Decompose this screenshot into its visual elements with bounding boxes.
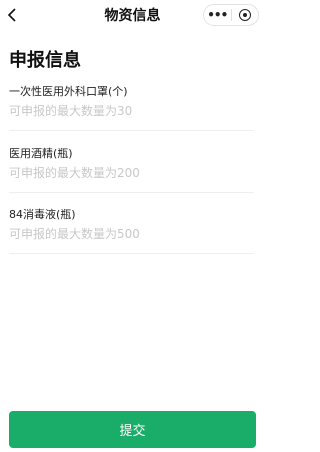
more-button[interactable]: ••• [204,5,231,25]
navigation-bar: 物资信息 ••• [0,0,265,30]
field-masks: 一次性医用外科口罩(个) [9,85,254,131]
mini-program-capsule: ••• [203,4,259,26]
masks-quantity-input[interactable] [9,102,254,120]
section-title: 申报信息 [9,50,81,71]
field-divider [9,192,254,193]
field-alcohol: 医用酒精(瓶) [9,147,254,193]
field-divider [9,253,254,254]
target-icon [238,9,251,21]
chevron-left-icon [7,8,16,22]
alcohol-quantity-input[interactable] [9,164,254,182]
more-icon: ••• [207,8,228,22]
disinfectant-quantity-input[interactable] [9,225,254,243]
close-mini-program-button[interactable] [232,5,259,25]
back-button[interactable] [2,5,22,25]
page-title: 物资信息 [104,8,161,24]
page: 物资信息 ••• 申报信息 一次性医用外科口罩(个) 医用酒精(瓶) 84消毒液… [0,0,265,452]
submit-button[interactable]: 提交 [9,411,256,448]
field-divider [9,130,254,131]
field-label: 一次性医用外科口罩(个) [9,85,128,98]
field-label: 84消毒液(瓶) [9,208,76,221]
field-disinfectant: 84消毒液(瓶) [9,208,254,254]
field-label: 医用酒精(瓶) [9,147,73,160]
